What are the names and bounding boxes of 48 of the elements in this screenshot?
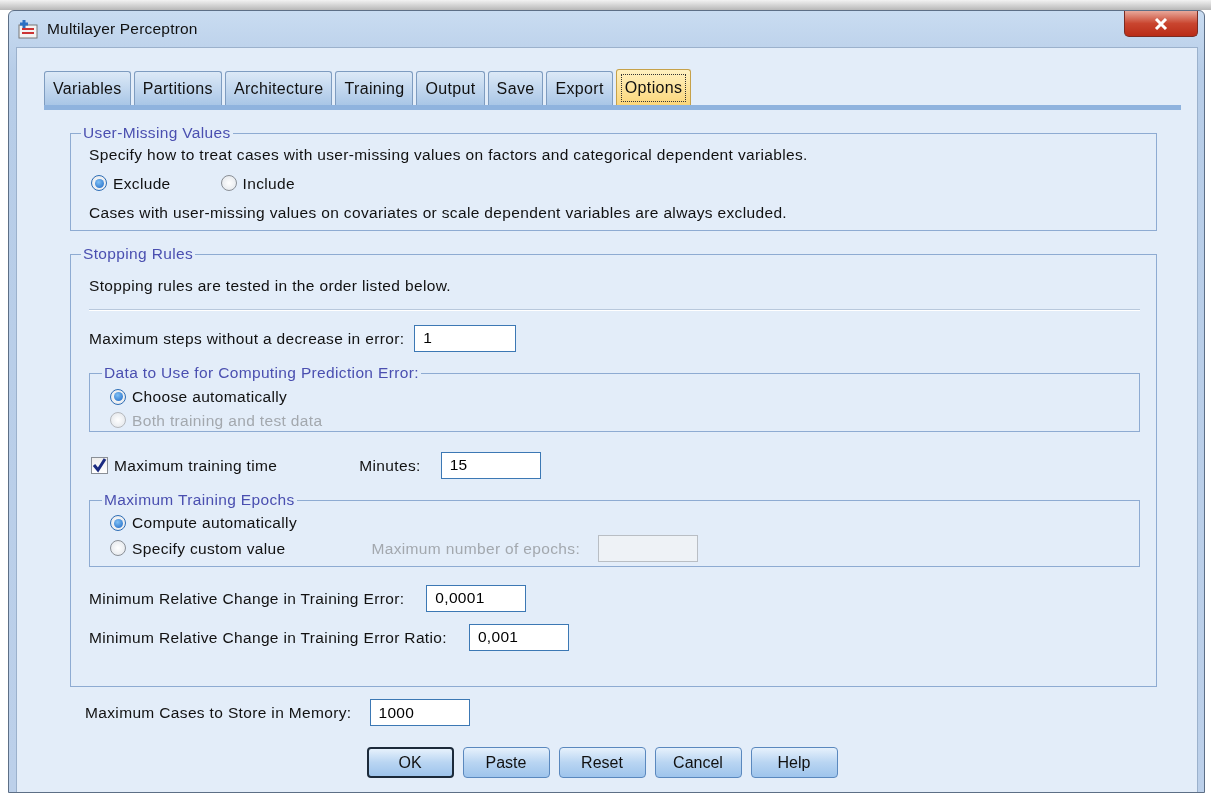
tab[interactable]: Variables bbox=[44, 71, 131, 105]
dialog-button[interactable]: Paste bbox=[462, 747, 550, 778]
group-title: Stopping Rules bbox=[82, 245, 195, 264]
radio-button[interactable] bbox=[110, 515, 126, 532]
group-title: Maximum Training Epochs bbox=[103, 490, 296, 510]
field-label: Maximum Cases to Store in Memory: bbox=[85, 702, 352, 723]
field-label: Maximum steps without a decrease in error: bbox=[89, 328, 405, 349]
checkbox[interactable] bbox=[91, 456, 108, 474]
group-title: User-Missing Values bbox=[82, 124, 232, 143]
radio-button[interactable] bbox=[220, 175, 237, 192]
dialog-button[interactable]: Reset bbox=[558, 747, 646, 778]
radio-label[interactable]: Compute automatically bbox=[132, 511, 297, 535]
radio-button[interactable] bbox=[110, 540, 126, 557]
radio-label[interactable]: Exclude bbox=[113, 171, 171, 196]
field-label: Minimum Relative Change in Training Error Ratio: bbox=[89, 627, 447, 648]
description-text: Stopping rules are tested in the order listed below. bbox=[89, 275, 452, 296]
tab[interactable]: Output bbox=[416, 71, 485, 105]
dialog-button[interactable]: Help bbox=[750, 747, 838, 778]
field-label: Minutes: bbox=[359, 455, 421, 476]
input-field[interactable]: 1000 bbox=[369, 699, 470, 726]
checkmark-icon bbox=[92, 457, 107, 473]
input-field[interactable]: 0,001 bbox=[468, 623, 569, 651]
field-label: Maximum number of epochs: bbox=[371, 538, 581, 559]
tab[interactable]: Export bbox=[546, 71, 613, 105]
note-text: Cases with user-missing values on covariates or scale dependent variables are always excluded. bbox=[89, 203, 788, 224]
close-button[interactable] bbox=[1124, 11, 1198, 37]
tab[interactable]: Save bbox=[487, 71, 544, 105]
app-icon bbox=[17, 19, 39, 39]
tab[interactable]: Training bbox=[335, 71, 414, 105]
radio-label[interactable]: Choose automatically bbox=[132, 385, 288, 409]
window-title: Multilayer Perceptron bbox=[47, 19, 198, 40]
field-label: Minimum Relative Change in Training Error: bbox=[89, 588, 405, 609]
checkbox-label[interactable]: Maximum training time bbox=[114, 453, 278, 477]
radio-label[interactable]: Include bbox=[242, 171, 296, 196]
tab[interactable]: Options bbox=[615, 69, 692, 105]
dialog-button[interactable]: Cancel bbox=[654, 747, 742, 778]
group-title: Data to Use for Computing Prediction Error: bbox=[103, 363, 420, 383]
radio-label[interactable]: Specify custom value bbox=[132, 536, 286, 560]
input-field[interactable]: 0,0001 bbox=[426, 584, 527, 612]
input-field[interactable]: 1 bbox=[414, 324, 517, 352]
close-icon bbox=[1153, 17, 1169, 30]
tab[interactable]: Architecture bbox=[224, 71, 333, 105]
radio-button[interactable] bbox=[91, 175, 107, 192]
ok-button[interactable]: OK bbox=[366, 747, 454, 778]
description-text: Specify how to treat cases with user-missing values on factors and categorical dependent variables. bbox=[89, 144, 809, 165]
tab[interactable]: Partitions bbox=[133, 71, 222, 105]
radio-button[interactable] bbox=[110, 388, 126, 405]
input-field[interactable]: 15 bbox=[440, 451, 541, 479]
